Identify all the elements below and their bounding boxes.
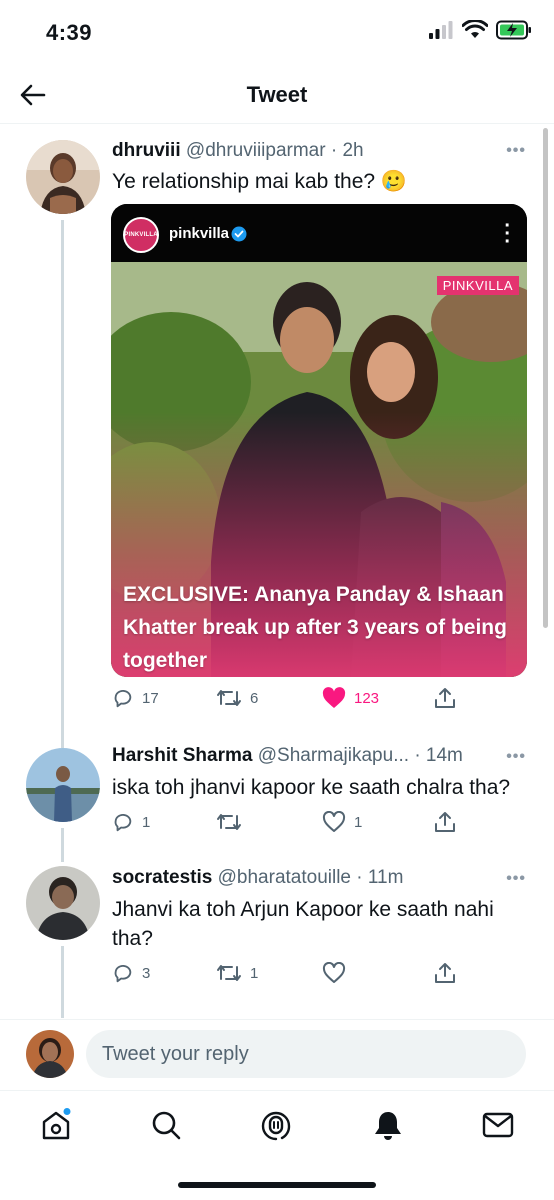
- pinkvilla-watermark: PINKVILLA: [436, 276, 519, 295]
- tweet-time[interactable]: 14m: [426, 745, 463, 766]
- reply-icon: [114, 689, 132, 708]
- tweet-text: Jhanvi ka toh Arjun Kapoor ke saath nahi…: [112, 898, 494, 950]
- retweet-icon: [217, 965, 241, 981]
- separator-dot: ·: [330, 140, 338, 161]
- retweet-button[interactable]: 6: [216, 687, 322, 709]
- status-bar: 4:39: [0, 0, 554, 66]
- avatar[interactable]: [26, 748, 100, 822]
- like-button[interactable]: 123: [322, 687, 434, 709]
- more-options-icon[interactable]: •••: [506, 748, 526, 766]
- share-icon: [435, 688, 455, 708]
- media-headline: EXCLUSIVE: Ananya Panday & Ishaan Khatte…: [123, 583, 507, 672]
- cellular-signal-icon: [429, 21, 453, 39]
- thread-line: [61, 220, 64, 744]
- tweet-time[interactable]: 2h: [342, 140, 363, 161]
- reply-tweet[interactable]: Harshit Sharma @Sharmajikapu... · 14m ••…: [0, 744, 554, 862]
- share-button[interactable]: [434, 962, 456, 984]
- tweet-media[interactable]: PINKVILLA pinkvilla · · · PINKVILLA EXCL…: [111, 204, 527, 677]
- verified-badge-icon: [231, 226, 247, 242]
- tweet-actions: 1 1: [112, 811, 456, 833]
- avatar[interactable]: [26, 140, 100, 214]
- wifi-icon: [462, 20, 488, 38]
- status-time: 4:39: [46, 20, 93, 45]
- media-more-icon: · · ·: [504, 215, 511, 253]
- tweet-header: dhruviii @dhruviiiparmar · 2h: [112, 140, 364, 162]
- tweet-time[interactable]: 11m: [368, 867, 404, 888]
- reply-icon: [114, 964, 132, 983]
- tab-messages[interactable]: [478, 1105, 518, 1145]
- header: Tweet: [0, 66, 554, 124]
- tab-notifications[interactable]: [368, 1105, 408, 1145]
- reply-button[interactable]: 1: [112, 811, 216, 833]
- reply-button[interactable]: 17: [112, 687, 216, 709]
- author-handle[interactable]: @bharatatouille: [218, 867, 351, 888]
- separator-dot: ·: [414, 745, 421, 766]
- thread-line: [61, 946, 64, 1018]
- tweet-header: Harshit Sharma @Sharmajikapu... · 14m: [112, 745, 463, 767]
- tab-bar: [0, 1090, 554, 1160]
- thread-line: [61, 828, 64, 862]
- heart-icon: [322, 811, 346, 832]
- retweet-button[interactable]: 1: [216, 962, 322, 984]
- tweet-text: Ye relationship mai kab the? 🥲: [112, 170, 408, 193]
- tweet-actions: 17 6 123: [112, 687, 456, 709]
- notifications-icon: [375, 1112, 401, 1140]
- messages-icon: [482, 1112, 514, 1138]
- pinkvilla-logo: PINKVILLA: [123, 217, 159, 253]
- more-options-icon[interactable]: •••: [506, 870, 526, 888]
- avatar[interactable]: [26, 866, 100, 940]
- reply-bar: [0, 1020, 554, 1090]
- share-button[interactable]: [434, 811, 456, 833]
- share-icon: [435, 812, 455, 832]
- status-icons: [428, 20, 532, 40]
- author-name[interactable]: dhruviii: [112, 140, 181, 161]
- page-title: Tweet: [246, 82, 308, 107]
- retweet-button[interactable]: [216, 811, 322, 833]
- reply-count: 1: [142, 813, 151, 831]
- like-button[interactable]: 1: [322, 811, 434, 833]
- author-handle[interactable]: @Sharmajikapu...: [258, 745, 409, 766]
- author-name[interactable]: socratestis: [112, 867, 212, 888]
- battery-charging-icon: [496, 20, 531, 40]
- spaces-icon: [261, 1111, 291, 1141]
- separator-dot: ·: [356, 867, 363, 888]
- my-avatar[interactable]: [26, 1030, 74, 1078]
- more-options-icon[interactable]: •••: [506, 142, 526, 160]
- reply-count: 17: [142, 689, 159, 707]
- tab-home[interactable]: [36, 1105, 76, 1145]
- retweet-icon: [217, 814, 241, 830]
- like-count: 1: [354, 813, 363, 831]
- tab-spaces[interactable]: [256, 1105, 296, 1145]
- reply-input[interactable]: [86, 1030, 526, 1078]
- media-header: PINKVILLA pinkvilla · · ·: [111, 204, 527, 262]
- reply-button[interactable]: 3: [112, 962, 216, 984]
- reply-count: 3: [142, 964, 151, 982]
- reply-icon: [114, 813, 132, 832]
- tweet-actions: 3 1: [112, 962, 456, 984]
- like-button[interactable]: [322, 962, 434, 984]
- tab-search[interactable]: [146, 1105, 186, 1145]
- media-account-name: pinkvilla: [169, 225, 230, 242]
- like-count: 123: [354, 689, 380, 707]
- author-name[interactable]: Harshit Sharma: [112, 745, 252, 766]
- author-handle[interactable]: @dhruviiiparmar: [186, 140, 326, 161]
- retweet-count: 1: [250, 964, 259, 982]
- home-indicator: [178, 1182, 376, 1188]
- tweet-header: socratestis @bharatatouille · 11m: [112, 867, 403, 889]
- retweet-count: 6: [250, 689, 259, 707]
- heart-icon: [322, 962, 346, 983]
- home-icon: [42, 1108, 71, 1140]
- reply-tweet[interactable]: socratestis @bharatatouille · 11m ••• Jh…: [0, 862, 554, 1020]
- search-icon: [152, 1111, 181, 1140]
- tweet-text: iska toh jhanvi kapoor ke saath chalra t…: [112, 776, 511, 799]
- share-icon: [435, 963, 455, 983]
- retweet-icon: [217, 690, 241, 706]
- share-button[interactable]: [434, 687, 456, 709]
- heart-filled-icon: [322, 687, 346, 708]
